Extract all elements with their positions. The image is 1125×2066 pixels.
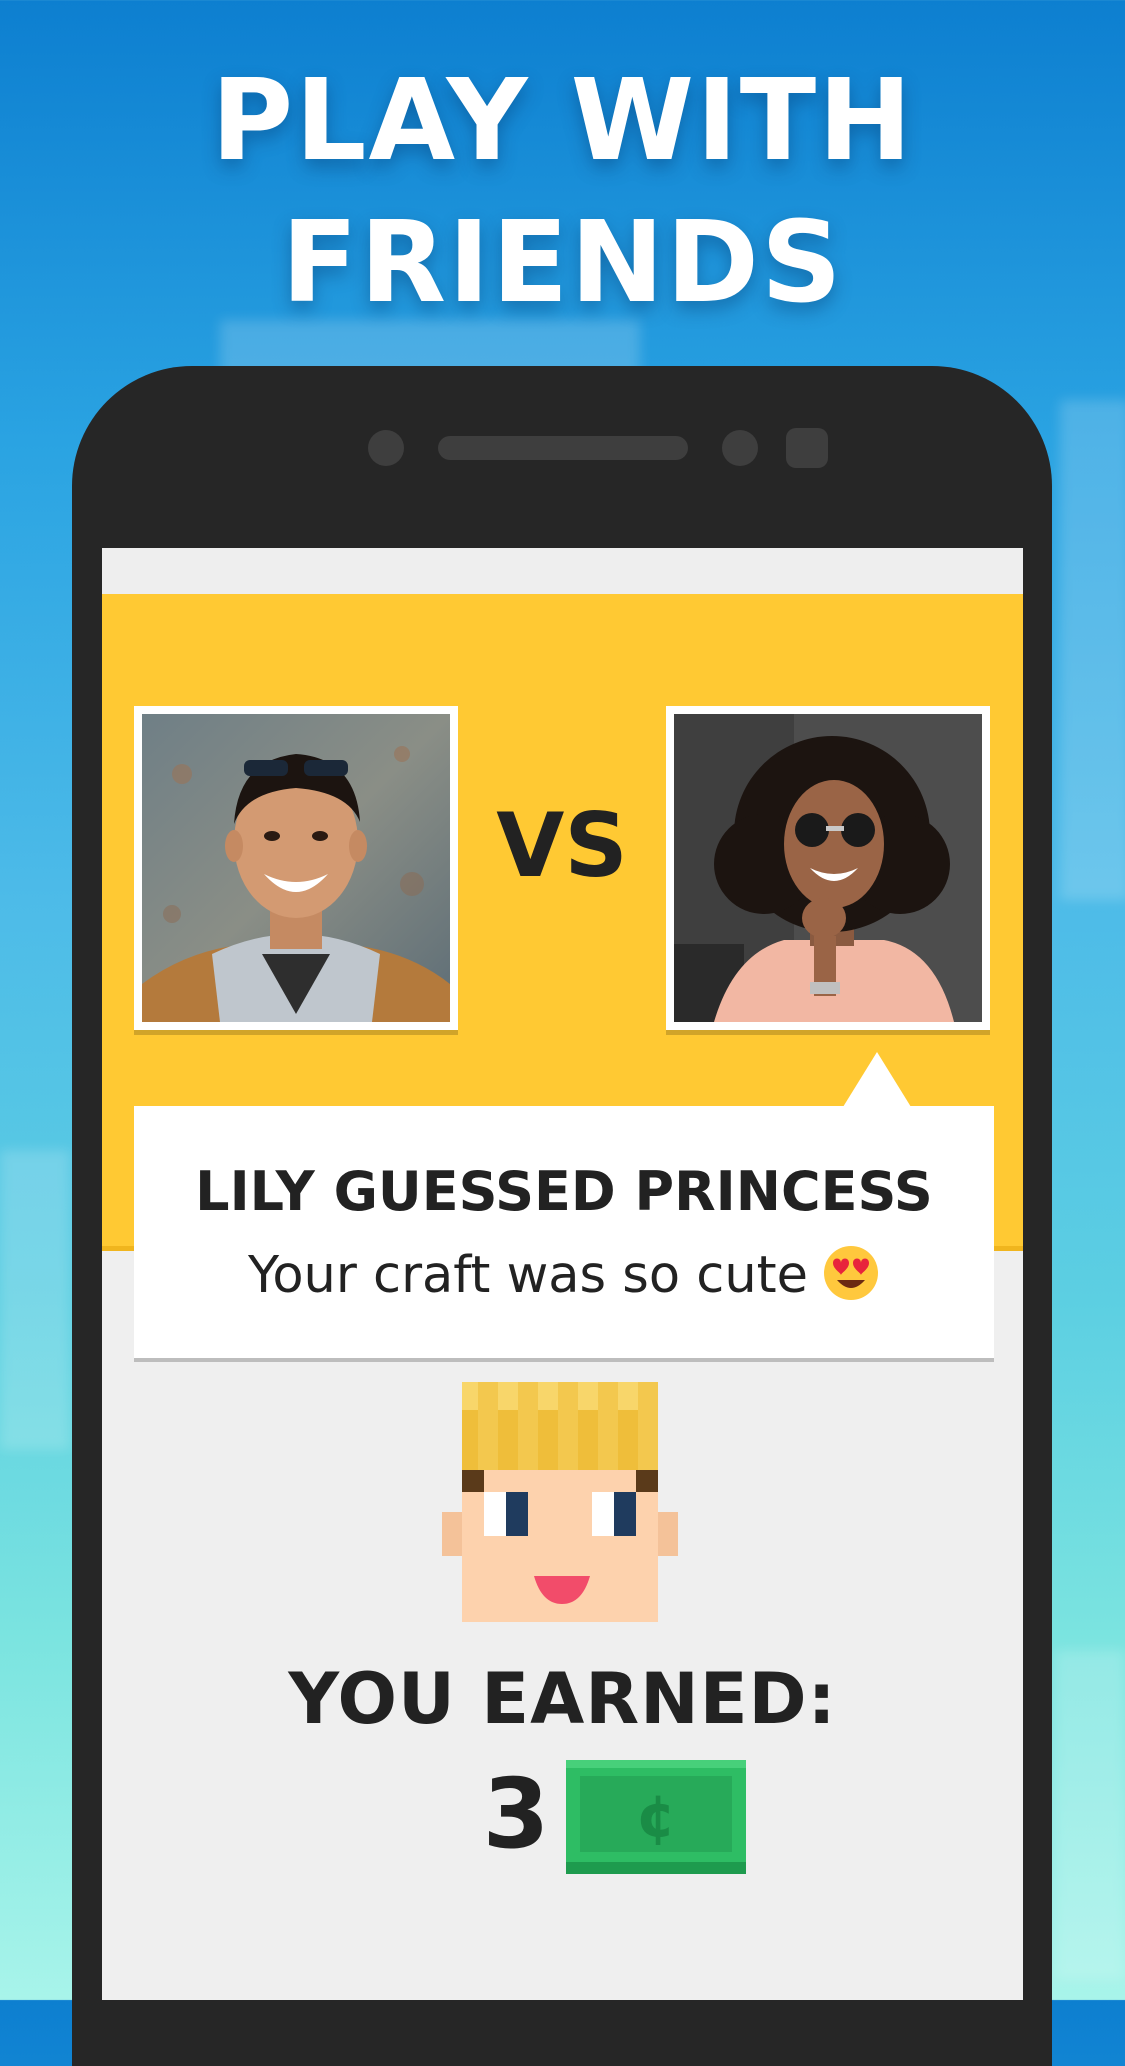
headline-line-1: PLAY WITH bbox=[211, 56, 914, 186]
guess-message: Your craft was so cute bbox=[134, 1244, 994, 1315]
boy-portrait-image bbox=[142, 714, 450, 1022]
earpiece-speaker bbox=[438, 436, 688, 460]
headline-line-2: FRIENDS bbox=[281, 198, 844, 328]
background-block bbox=[0, 1150, 70, 1450]
sensor-dot bbox=[722, 430, 758, 466]
player-photo-left[interactable] bbox=[134, 706, 458, 1030]
svg-text:¢: ¢ bbox=[636, 1782, 676, 1850]
guess-title: LILY GUESSED PRINCESS bbox=[195, 1160, 933, 1223]
earned-amount: 3 bbox=[482, 1758, 550, 1870]
game-screen: VS LILY GUESSED PRINCESS Your craft was … bbox=[102, 548, 1023, 2000]
headline: PLAY WITH FRIENDS bbox=[0, 50, 1125, 334]
player-photo-right[interactable] bbox=[666, 706, 990, 1030]
speech-pointer bbox=[843, 1052, 911, 1107]
versus-label: VS bbox=[496, 794, 628, 897]
guess-speech-bubble: LILY GUESSED PRINCESS Your craft was so … bbox=[134, 1106, 994, 1362]
front-camera bbox=[786, 428, 828, 468]
status-area bbox=[102, 548, 1023, 594]
earned-label: YOU EARNED: bbox=[288, 1658, 837, 1740]
pixel-avatar-icon bbox=[442, 1382, 678, 1622]
heart-eyes-emoji-icon bbox=[822, 1244, 880, 1315]
camera-dot bbox=[368, 430, 404, 466]
guess-message-text: Your craft was so cute bbox=[247, 1246, 809, 1305]
background-block bbox=[1055, 1650, 1125, 1980]
background-block bbox=[1060, 400, 1125, 900]
girl-portrait-image bbox=[674, 714, 982, 1022]
cash-bill-icon: ¢ bbox=[566, 1760, 746, 1874]
